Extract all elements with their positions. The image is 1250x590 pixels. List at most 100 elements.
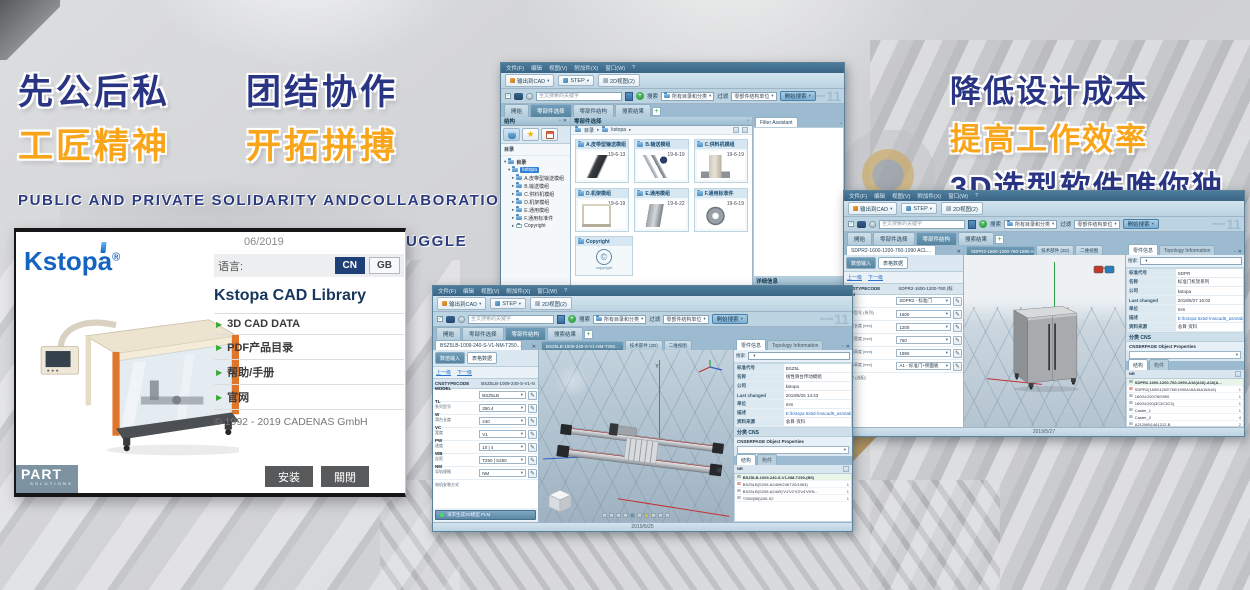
tab-structure[interactable]: 结构 <box>736 454 756 465</box>
search-input[interactable] <box>468 315 554 324</box>
object-properties-dropdown[interactable]: ▾ <box>737 446 849 454</box>
tab-values[interactable]: 数值输入 <box>846 257 876 269</box>
menu-item[interactable]: 编辑 <box>531 64 542 72</box>
assembly-row[interactable]: ⊞SDPR2(1600\1200\760\1990A16A16A16A16)1 <box>1127 386 1243 393</box>
tree-item[interactable]: ▸D.机架模组 <box>502 198 569 206</box>
catalog-card[interactable]: F.通用标准件 19-6-19 <box>694 188 748 232</box>
start-search-button[interactable]: 開始搜索▾ <box>712 314 748 324</box>
main-tab[interactable]: 零部件结构 <box>505 327 547 340</box>
tree-item-vendor[interactable]: ▾kstopa <box>502 166 569 174</box>
tab-topology[interactable]: Topology Information <box>767 340 823 350</box>
edit-param-button[interactable]: ✎ <box>953 349 962 358</box>
param-value-input[interactable]: SDPR2 - 标准门▾ <box>896 297 951 305</box>
checkbox[interactable]: ✓ <box>437 316 443 322</box>
viewport-tab[interactable]: SDPR2-1600-1200-760-1990 ACL... <box>966 246 1035 255</box>
catalog-view-button[interactable] <box>503 128 520 141</box>
param-value-input[interactable]: A1 - 标准门+侧面板▾ <box>896 362 951 370</box>
minimize-icon[interactable]: ▫ <box>747 119 749 124</box>
viewport-tab[interactable]: BSZ5LB-1009-240-S-V1-NM-T250... <box>541 341 624 350</box>
viewport-tab[interactable]: 技术部件 (2D) <box>1036 245 1074 255</box>
link-level-down[interactable]: 下一级 <box>868 274 883 281</box>
edit-param-button[interactable]: ✎ <box>953 323 962 332</box>
search-input[interactable] <box>879 220 965 229</box>
lang-gb-button[interactable]: GB <box>369 257 400 274</box>
tool-icon[interactable] <box>658 513 663 518</box>
edit-param-button[interactable]: ✎ <box>528 391 537 400</box>
main-tab[interactable]: 開始 <box>504 104 529 117</box>
search-go-button[interactable] <box>557 315 565 324</box>
orientation-cube[interactable] <box>547 488 573 514</box>
menu-item[interactable]: 窗口(W) <box>537 287 557 295</box>
edit-param-button[interactable]: ✎ <box>953 336 962 345</box>
options-icon[interactable] <box>869 221 876 228</box>
minimize-icon[interactable]: ▫ <box>559 119 561 124</box>
close-icon[interactable]: ✕ <box>563 119 567 124</box>
param-value-input[interactable]: 240▾ <box>479 417 526 425</box>
tab-part-info[interactable]: 零件信息 <box>1128 244 1158 255</box>
param-value-input[interactable]: 10 | 4▾ <box>479 443 526 451</box>
tree-item[interactable]: ▸F.通用标准件 <box>502 214 569 222</box>
checkbox[interactable]: ✓ <box>848 221 854 227</box>
menu-item[interactable]: 附加件(X) <box>917 192 941 200</box>
param-value-input[interactable]: 350.4▾ <box>479 404 526 412</box>
print-icon[interactable] <box>1235 371 1241 377</box>
catalog-card[interactable]: B.输送模组 19-6-19 <box>634 139 688 183</box>
viewport-tab[interactable]: 技术部件 (2D) <box>625 340 663 350</box>
tool-icon[interactable] <box>609 513 614 518</box>
menu-item[interactable]: 文件(F) <box>506 64 524 72</box>
assembly-row[interactable]: ⊞BSZ5LB(S209-A2409)'V1'V2'V3'V4'V5'N...1 <box>735 488 851 495</box>
assembly-row[interactable]: ⊞SDPR2-1600-1200-760-1990-A16(A16)-A16(A… <box>1127 379 1243 386</box>
param-value-input[interactable]: V1▾ <box>479 430 526 438</box>
menu-item[interactable]: 视图(V) <box>481 287 499 295</box>
dialog-menu-item[interactable]: ▶帮助/手册 <box>214 360 404 385</box>
tool-icon[interactable] <box>651 513 656 518</box>
main-tab[interactable]: 開始 <box>847 232 872 245</box>
tab-values[interactable]: 数值输入 <box>435 352 465 364</box>
add-tab-button[interactable]: + <box>652 107 661 116</box>
menu-item[interactable]: 编辑 <box>874 192 885 200</box>
link-level-down[interactable]: 下一级 <box>457 369 472 376</box>
filter-dropdown[interactable]: 零部件结构单位▾ <box>731 92 776 101</box>
edit-param-button[interactable]: ✎ <box>528 404 537 413</box>
tab-topology[interactable]: Topology Information <box>1159 245 1215 255</box>
menu-item[interactable]: 视图(V) <box>549 64 567 72</box>
breadcrumb-root[interactable]: 目录 <box>584 127 594 134</box>
menu-item[interactable]: 文件(F) <box>438 287 456 295</box>
main-tab[interactable]: 零部件选择 <box>530 104 572 117</box>
add-search-icon[interactable]: + <box>636 92 644 100</box>
main-tab[interactable]: 搜索结果 <box>547 327 583 340</box>
step-format-button[interactable]: STEP▾ <box>558 75 594 86</box>
search-go-button[interactable] <box>625 92 633 101</box>
tab-structure[interactable]: 结构 <box>1128 359 1148 370</box>
param-value-input[interactable]: NM▾ <box>479 469 526 477</box>
filter-dropdown[interactable]: 零部件结构单位▾ <box>1074 220 1119 229</box>
add-tab-button[interactable]: + <box>995 235 1004 244</box>
link-level-up[interactable]: 上一级 <box>847 274 862 281</box>
tool-ic on[interactable] <box>630 513 635 518</box>
param-value-input[interactable]: 1600▾ <box>896 310 951 318</box>
menu-item[interactable]: ? <box>564 288 567 294</box>
toggle-button[interactable] <box>514 93 523 100</box>
assembly-row[interactable]: ⊞Caster_24 <box>1127 414 1243 421</box>
part-code-tab[interactable]: BSZ5LB-1009-240-S-V1-NM-T250... <box>435 340 522 350</box>
edit-param-button[interactable]: ✎ <box>528 469 537 478</box>
menu-item[interactable]: ? <box>632 65 635 71</box>
main-tab[interactable]: 開始 <box>436 327 461 340</box>
dialog-menu-item[interactable]: ▶3D CAD DATA <box>214 314 404 335</box>
catalog-card[interactable]: C.供料机模组 19-6-19 <box>694 139 748 183</box>
print-icon[interactable] <box>843 466 849 472</box>
favorites-button[interactable]: ★ <box>522 128 539 141</box>
tree-item[interactable]: ▸B.输送模组 <box>502 182 569 190</box>
copyright-card[interactable]: Copyright © copyright <box>575 236 633 276</box>
assembly-row[interactable]: ⊞T250/(B5)240-S21 <box>735 495 851 502</box>
step-format-button[interactable]: STEP▾ <box>901 203 937 214</box>
options-icon[interactable] <box>458 316 465 323</box>
viewport-tab[interactable]: 二维视图 <box>1075 245 1103 255</box>
tool-icon[interactable] <box>637 513 642 518</box>
assembly-row[interactable]: ⊞1600\1200(3C3C3C3)1 <box>1127 400 1243 407</box>
tab-filter-assistant[interactable]: Filter Assistant <box>755 117 798 127</box>
assembly-row[interactable]: ⊞Caster_11 <box>1127 407 1243 414</box>
main-tab[interactable]: 零部件选择 <box>873 232 915 245</box>
add-search-icon[interactable]: + <box>568 315 576 323</box>
toggle-button[interactable] <box>446 316 455 323</box>
